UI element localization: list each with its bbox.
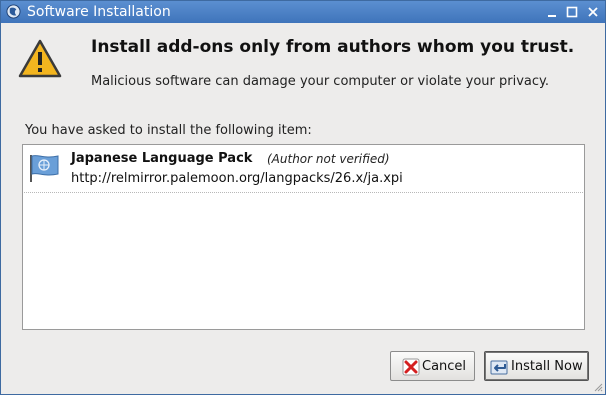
resize-grip-icon[interactable] <box>593 382 603 392</box>
item-name: Japanese Language Pack <box>71 151 253 166</box>
maximize-icon[interactable] <box>565 5 579 19</box>
warning-message: Malicious software can damage your compu… <box>91 74 549 89</box>
cancel-button[interactable]: Cancel <box>390 351 475 381</box>
warning-headline: Install add-ons only from authors whom y… <box>91 37 575 57</box>
cancel-icon <box>402 358 420 376</box>
window-title: Software Installation <box>27 4 171 20</box>
minimize-icon[interactable] <box>545 5 559 19</box>
app-globe-icon <box>6 4 21 19</box>
software-installation-dialog: Software Installation Install add-ons on… <box>0 0 606 395</box>
cancel-label: Cancel <box>422 359 467 374</box>
install-item-list[interactable]: Japanese Language Pack (Author not verif… <box>22 144 585 330</box>
install-now-button[interactable]: Install Now <box>484 351 589 381</box>
install-now-label: Install Now <box>511 359 583 374</box>
item-url: http://relmirror.palemoon.org/langpacks/… <box>71 171 403 186</box>
list-item[interactable]: Japanese Language Pack (Author not verif… <box>24 146 583 193</box>
close-icon[interactable] <box>586 5 600 19</box>
item-author-status: (Author not verified) <box>267 152 390 166</box>
install-icon <box>490 360 508 375</box>
warning-icon <box>18 39 62 78</box>
flag-icon <box>30 155 59 182</box>
title-bar[interactable]: Software Installation <box>1 1 605 23</box>
install-list-label: You have asked to install the following … <box>25 123 312 138</box>
